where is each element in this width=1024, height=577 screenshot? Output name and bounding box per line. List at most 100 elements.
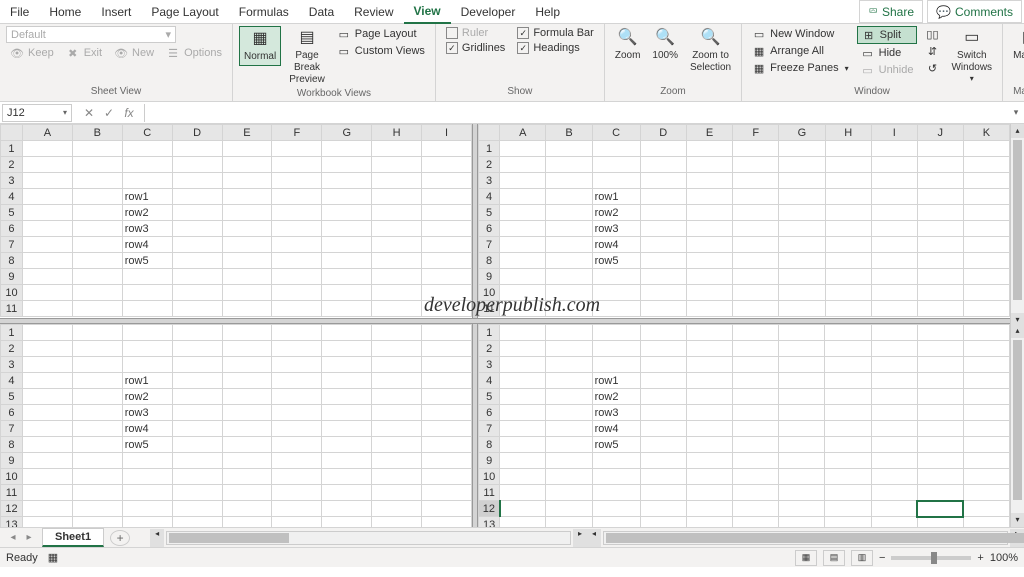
cell-A10[interactable] — [500, 285, 546, 301]
cell-I12[interactable] — [422, 501, 472, 517]
row-header-9[interactable]: 9 — [1, 453, 23, 469]
cell-D10[interactable] — [640, 469, 686, 485]
cell-A7[interactable] — [500, 237, 546, 253]
cell-H1[interactable] — [372, 141, 422, 157]
cell-C9[interactable] — [592, 453, 640, 469]
zoom-slider[interactable] — [891, 556, 971, 560]
cell-E10[interactable] — [686, 469, 732, 485]
cell-I9[interactable] — [422, 269, 472, 285]
cell-B7[interactable] — [72, 237, 122, 253]
cell-A2[interactable] — [22, 341, 72, 357]
cell-B13[interactable] — [72, 517, 122, 528]
row-header-11[interactable]: 11 — [1, 485, 23, 501]
cell-K7[interactable] — [963, 421, 1009, 437]
cell-H4[interactable] — [825, 373, 871, 389]
row-header-9[interactable]: 9 — [1, 269, 23, 285]
cell-G12[interactable] — [322, 501, 372, 517]
cell-C8[interactable]: row5 — [122, 437, 172, 453]
cell-D11[interactable] — [172, 485, 222, 501]
cell-B7[interactable] — [546, 421, 592, 437]
cell-H9[interactable] — [372, 453, 422, 469]
cell-D7[interactable] — [172, 237, 222, 253]
cell-I3[interactable] — [871, 173, 917, 189]
cell-G2[interactable] — [779, 341, 825, 357]
row-header-4[interactable]: 4 — [479, 189, 500, 205]
cell-E4[interactable] — [686, 373, 732, 389]
cell-A10[interactable] — [22, 285, 72, 301]
cell-E12[interactable] — [686, 501, 732, 517]
cell-H10[interactable] — [372, 285, 422, 301]
row-header-5[interactable]: 5 — [1, 389, 23, 405]
cell-A9[interactable] — [22, 453, 72, 469]
cell-E4[interactable] — [222, 373, 272, 389]
cell-C9[interactable] — [122, 269, 172, 285]
cell-K11[interactable] — [963, 301, 1009, 317]
cell-E9[interactable] — [222, 269, 272, 285]
cell-A2[interactable] — [500, 157, 546, 173]
row-header-10[interactable]: 10 — [479, 469, 500, 485]
tab-review[interactable]: Review — [344, 1, 403, 23]
cell-E2[interactable] — [222, 157, 272, 173]
column-header-E[interactable]: E — [686, 125, 732, 141]
cell-B2[interactable] — [72, 341, 122, 357]
cell-A7[interactable] — [500, 421, 546, 437]
row-header-2[interactable]: 2 — [479, 157, 500, 173]
cell-H13[interactable] — [372, 517, 422, 528]
cell-G11[interactable] — [779, 301, 825, 317]
cell-F1[interactable] — [733, 141, 779, 157]
cell-D2[interactable] — [640, 157, 686, 173]
cell-B10[interactable] — [72, 285, 122, 301]
cell-G11[interactable] — [322, 485, 372, 501]
cell-D8[interactable] — [172, 253, 222, 269]
cell-F2[interactable] — [733, 341, 779, 357]
cell-D1[interactable] — [172, 325, 222, 341]
pane-top-left[interactable]: ABCDEFGHI1234row15row26row37row48row5910… — [0, 124, 472, 318]
cell-B2[interactable] — [546, 157, 592, 173]
cell-G3[interactable] — [779, 173, 825, 189]
cell-G9[interactable] — [779, 269, 825, 285]
sheet-view-dropdown[interactable]: Default ▾ — [6, 26, 176, 43]
cell-C10[interactable] — [122, 469, 172, 485]
cell-F6[interactable] — [733, 221, 779, 237]
cell-C7[interactable]: row4 — [592, 421, 640, 437]
cell-D6[interactable] — [172, 405, 222, 421]
cell-J2[interactable] — [917, 341, 963, 357]
column-header-K[interactable]: K — [963, 125, 1009, 141]
cell-F3[interactable] — [272, 173, 322, 189]
cell-B4[interactable] — [72, 189, 122, 205]
cell-H10[interactable] — [372, 469, 422, 485]
cell-E9[interactable] — [222, 453, 272, 469]
cell-G4[interactable] — [322, 189, 372, 205]
cell-I10[interactable] — [422, 469, 472, 485]
cell-K8[interactable] — [963, 253, 1009, 269]
cell-E12[interactable] — [222, 501, 272, 517]
cell-I7[interactable] — [422, 237, 472, 253]
zoom-slider-thumb[interactable] — [931, 552, 937, 564]
cell-D5[interactable] — [640, 205, 686, 221]
tab-view[interactable]: View — [404, 0, 451, 24]
cell-H2[interactable] — [372, 157, 422, 173]
cell-I12[interactable] — [871, 501, 917, 517]
cell-G9[interactable] — [322, 269, 372, 285]
tab-file[interactable]: File — [0, 1, 39, 23]
cell-J7[interactable] — [917, 237, 963, 253]
cell-A6[interactable] — [22, 405, 72, 421]
cell-I13[interactable] — [422, 517, 472, 528]
cell-B10[interactable] — [546, 285, 592, 301]
cell-A11[interactable] — [22, 485, 72, 501]
cell-D1[interactable] — [172, 141, 222, 157]
pane-top-right[interactable]: ABCDEFGHIJK1234row15row26row37row48row59… — [478, 124, 1010, 318]
hscroll-thumb-left[interactable] — [169, 533, 289, 543]
cell-F2[interactable] — [272, 341, 322, 357]
expand-formula-bar-button[interactable]: ▾ — [1008, 107, 1024, 118]
column-header-D[interactable]: D — [172, 125, 222, 141]
cell-A11[interactable] — [22, 301, 72, 317]
cell-I1[interactable] — [871, 141, 917, 157]
cell-D1[interactable] — [640, 325, 686, 341]
cell-I4[interactable] — [422, 373, 472, 389]
column-header-G[interactable]: G — [322, 125, 372, 141]
cell-D7[interactable] — [640, 421, 686, 437]
cell-I6[interactable] — [422, 221, 472, 237]
cell-J3[interactable] — [917, 173, 963, 189]
row-header-7[interactable]: 7 — [479, 237, 500, 253]
